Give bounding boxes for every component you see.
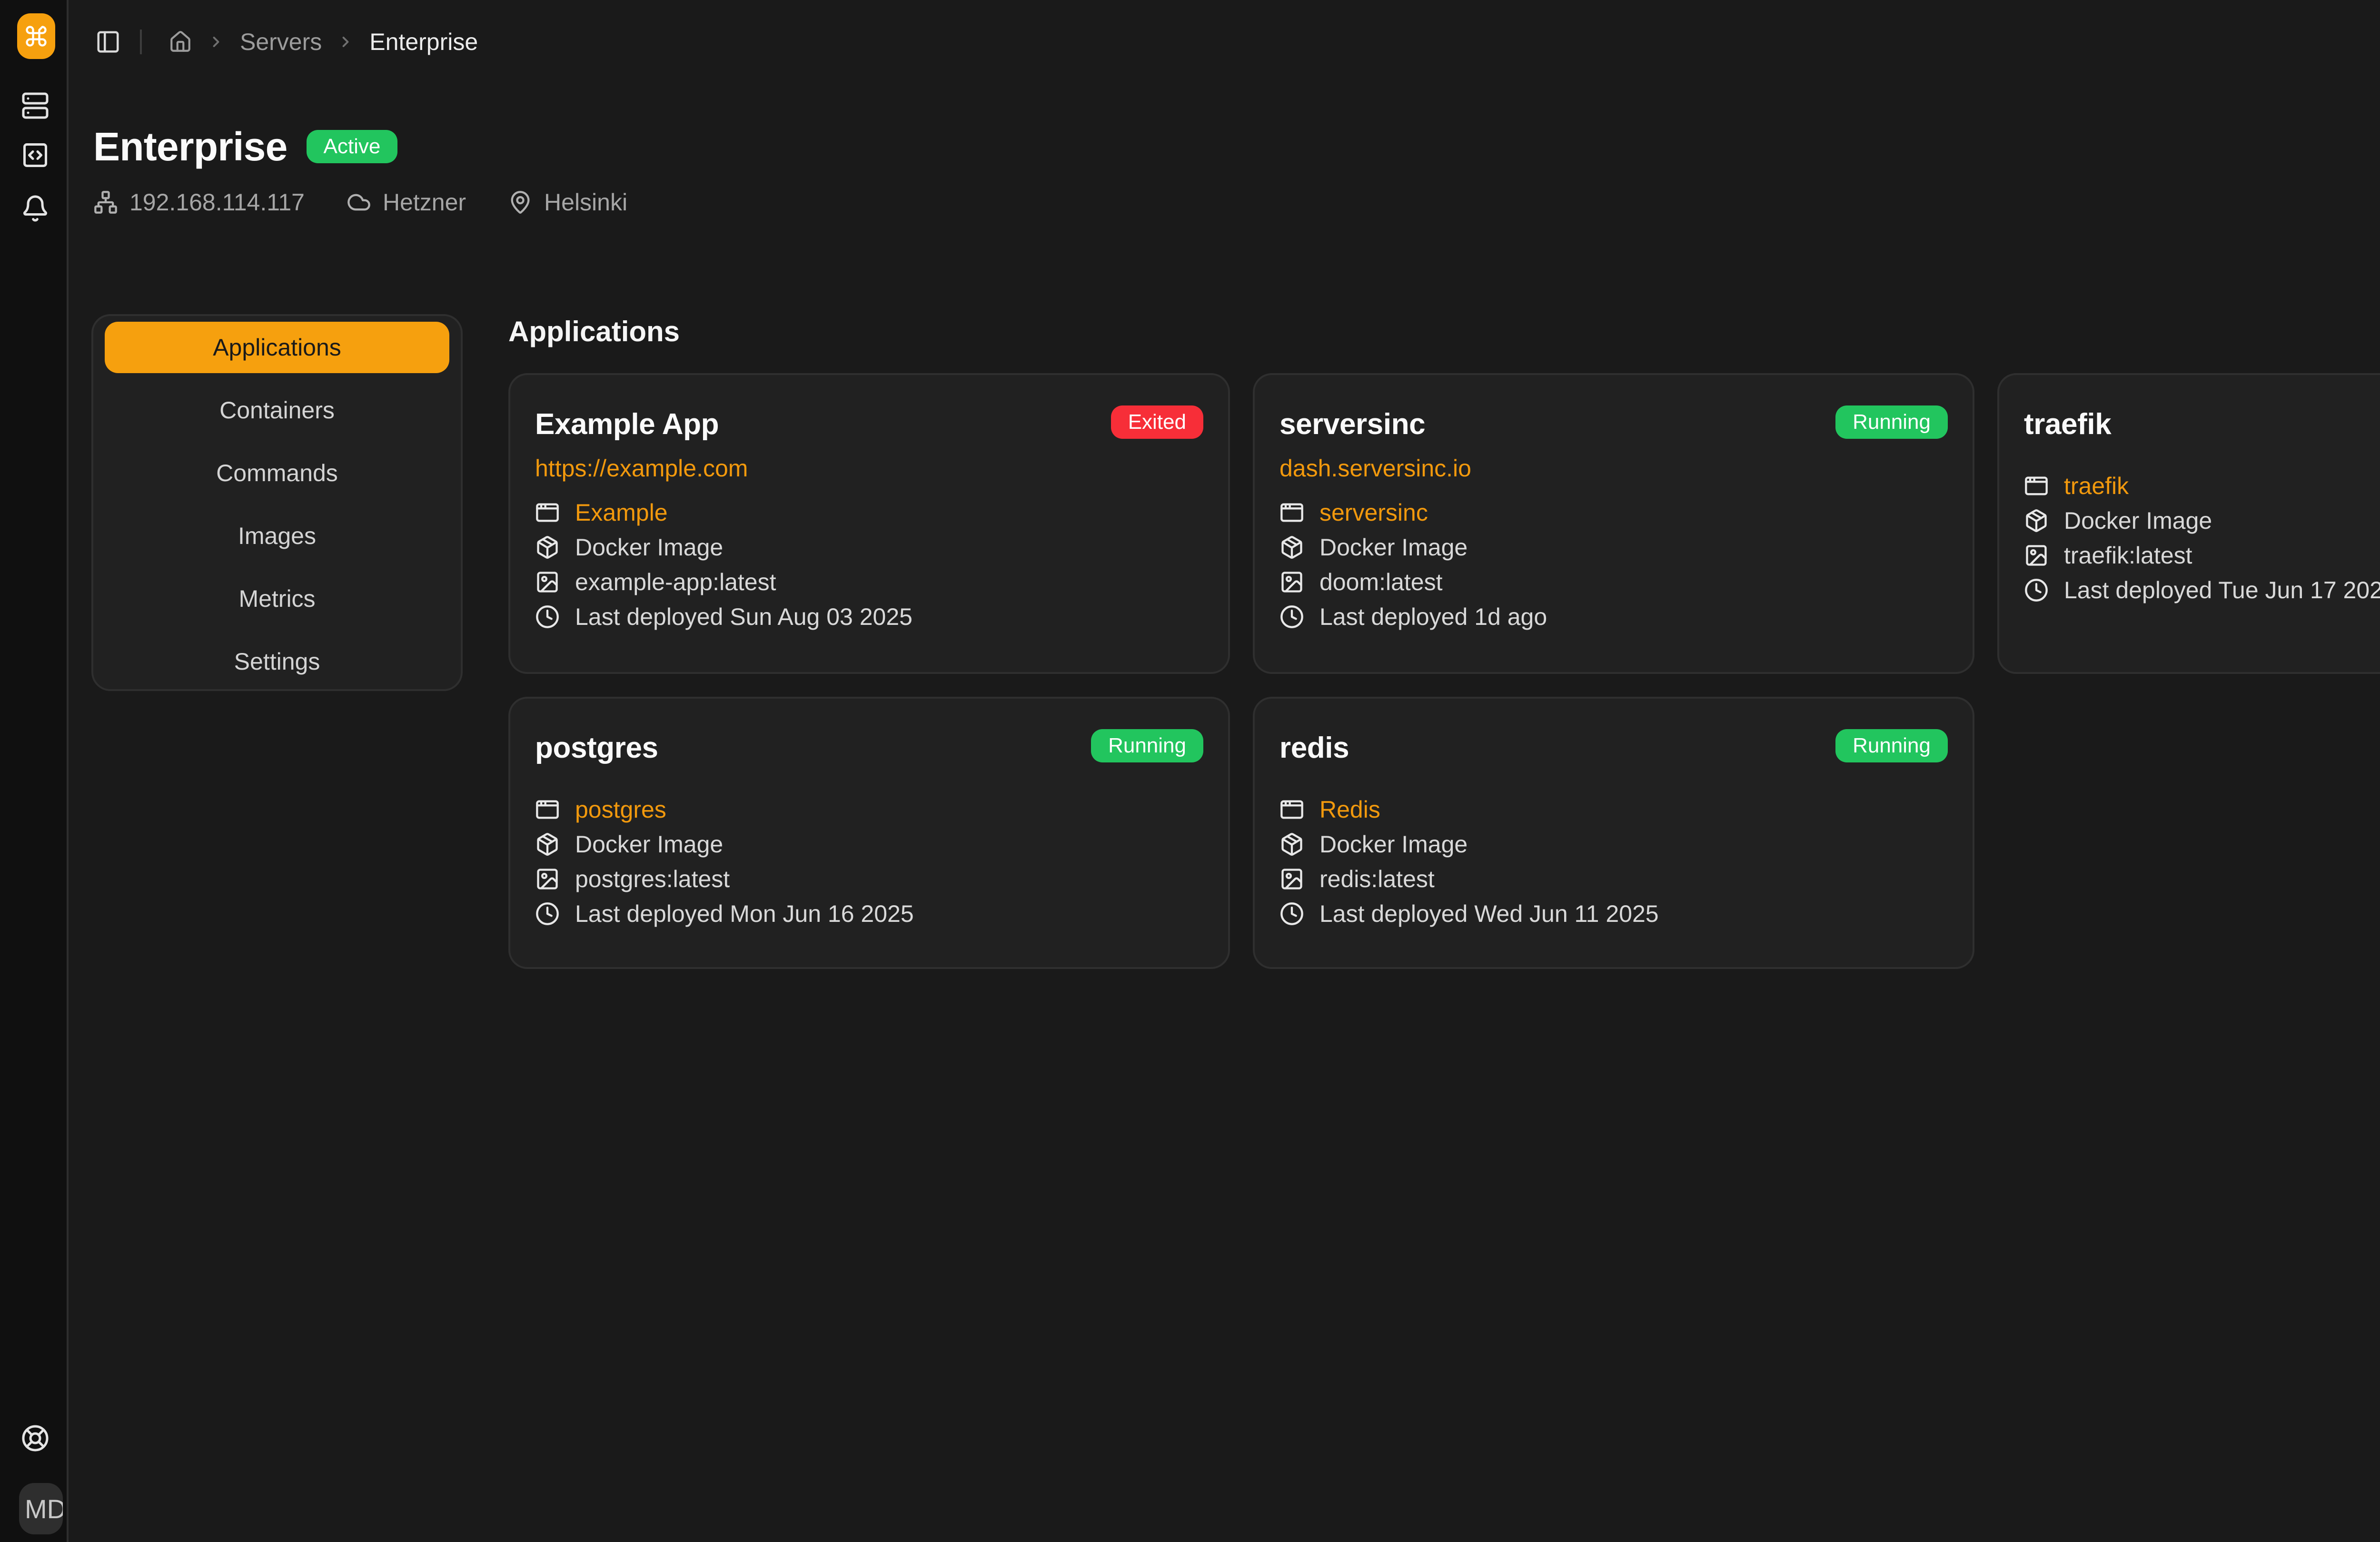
application-name: postgres — [535, 729, 658, 767]
application-card[interactable]: postgres Running postgres Docker Image — [508, 697, 1230, 969]
nav-item-settings[interactable]: Settings — [105, 630, 449, 693]
package-icon — [1279, 535, 1304, 560]
network-icon — [93, 190, 118, 215]
application-status-badge: Exited — [1111, 405, 1203, 439]
server-icon — [21, 91, 50, 120]
clock-icon — [1279, 901, 1304, 926]
sidebar-item-help[interactable] — [21, 1424, 50, 1453]
nav-item-containers[interactable]: Containers — [105, 379, 449, 442]
section-heading: Applications — [508, 315, 680, 348]
application-source-row: Docker Image — [1279, 827, 1948, 861]
breadcrumb-servers[interactable]: Servers — [240, 28, 322, 56]
application-image-row: example-app:latest — [535, 564, 1203, 599]
application-source-row: Docker Image — [535, 827, 1203, 861]
user-avatar[interactable]: MD — [19, 1483, 63, 1534]
application-link-row[interactable]: traefik — [2024, 468, 2380, 503]
application-deployed-row: Last deployed Mon Jun 16 2025 — [535, 897, 1203, 931]
package-icon — [2024, 508, 2049, 533]
nav-item-commands[interactable]: Commands — [105, 442, 449, 504]
sidebar-item-notifications[interactable] — [21, 194, 50, 223]
application-source-row: Docker Image — [2024, 503, 2380, 538]
application-name: Example App — [535, 405, 719, 444]
app-window-icon — [535, 500, 560, 525]
application-name: serversinc — [1279, 405, 1425, 444]
app-window-icon — [1279, 500, 1304, 525]
app-window-icon — [1279, 797, 1304, 822]
application-source-row: Docker Image — [1279, 530, 1948, 564]
app-logo[interactable] — [17, 13, 55, 59]
application-card[interactable]: traefik Running traefik Docker Image — [1997, 373, 2380, 674]
application-status-badge: Running — [1091, 729, 1203, 762]
application-name: traefik — [2024, 405, 2111, 444]
chevron-right-icon — [208, 33, 225, 50]
application-link-row[interactable]: Example — [535, 495, 1203, 530]
application-status-badge: Running — [1835, 729, 1948, 762]
application-link-row[interactable]: serversinc — [1279, 495, 1948, 530]
package-icon — [535, 535, 560, 560]
map-pin-icon — [508, 190, 533, 215]
application-image-row: postgres:latest — [535, 861, 1203, 896]
page-title: Enterprise — [93, 122, 288, 171]
application-image-row: doom:latest — [1279, 564, 1948, 599]
server-nav: Applications ContainersCommandsImagesMetr… — [91, 314, 463, 691]
application-deployed-row: Last deployed 1d ago — [1279, 600, 1948, 634]
application-card[interactable]: Example App Exited https://example.com E… — [508, 373, 1230, 674]
nav-item-metrics[interactable]: Metrics — [105, 567, 449, 630]
clock-icon — [535, 604, 560, 629]
app-root: MD Servers Enterprise Enterprise — [0, 0, 2380, 1542]
bell-icon — [21, 194, 50, 223]
image-icon — [2024, 543, 2049, 568]
breadcrumb: Servers Enterprise — [95, 23, 478, 61]
breadcrumb-current: Enterprise — [369, 28, 478, 56]
application-url-link[interactable]: dash.serversinc.io — [1279, 451, 1948, 485]
life-buoy-icon — [21, 1424, 50, 1453]
code-square-icon — [21, 141, 50, 169]
server-header: Enterprise Active 192.168.114.117 Hetzne… — [93, 122, 627, 216]
application-deployed-row: Last deployed Wed Jun 11 2025 — [1279, 897, 1948, 931]
application-deployed-row: Last deployed Tue Jun 17 2025 — [2024, 573, 2380, 608]
divider — [140, 30, 142, 54]
command-icon — [24, 24, 49, 49]
panel-left-toggle-icon[interactable] — [95, 29, 121, 55]
application-url-link[interactable]: https://example.com — [535, 451, 1203, 485]
application-card[interactable]: serversinc Running dash.serversinc.io se… — [1253, 373, 1974, 674]
application-image-row: traefik:latest — [2024, 538, 2380, 573]
application-name: redis — [1279, 729, 1349, 767]
package-icon — [535, 832, 560, 857]
sidebar-item-servers[interactable] — [21, 91, 50, 120]
server-location: Helsinki — [508, 188, 627, 216]
house-icon[interactable] — [169, 30, 192, 54]
image-icon — [1279, 570, 1304, 594]
clock-icon — [1279, 604, 1304, 629]
package-icon — [1279, 832, 1304, 857]
nav-item-applications[interactable]: Applications — [105, 322, 449, 373]
sidebar: MD — [0, 0, 69, 1542]
application-link-row[interactable]: Redis — [1279, 792, 1948, 827]
server-status-badge: Active — [307, 130, 398, 163]
chevron-right-icon — [337, 33, 354, 50]
image-icon — [535, 570, 560, 594]
applications-header: Applications Create Application — [508, 310, 2380, 352]
nav-item-images[interactable]: Images — [105, 504, 449, 567]
application-source-row: Docker Image — [535, 530, 1203, 564]
clock-icon — [2024, 578, 2049, 603]
application-link-row[interactable]: postgres — [535, 792, 1203, 827]
applications-grid: Example App Exited https://example.com E… — [508, 373, 2380, 969]
image-icon — [535, 867, 560, 891]
application-card[interactable]: redis Running Redis Docker Image — [1253, 697, 1974, 969]
server-ip: 192.168.114.117 — [93, 188, 305, 216]
app-window-icon — [2024, 474, 2049, 498]
application-status-badge: Running — [1835, 405, 1948, 439]
main-area: Servers Enterprise Enterprise Active 192… — [69, 0, 2380, 1542]
app-window-icon — [535, 797, 560, 822]
application-image-row: redis:latest — [1279, 861, 1948, 896]
application-deployed-row: Last deployed Sun Aug 03 2025 — [535, 600, 1203, 634]
clock-icon — [535, 901, 560, 926]
cloud-icon — [347, 190, 371, 215]
sidebar-item-commands[interactable] — [21, 141, 50, 169]
image-icon — [1279, 867, 1304, 891]
server-provider: Hetzner — [347, 188, 466, 216]
